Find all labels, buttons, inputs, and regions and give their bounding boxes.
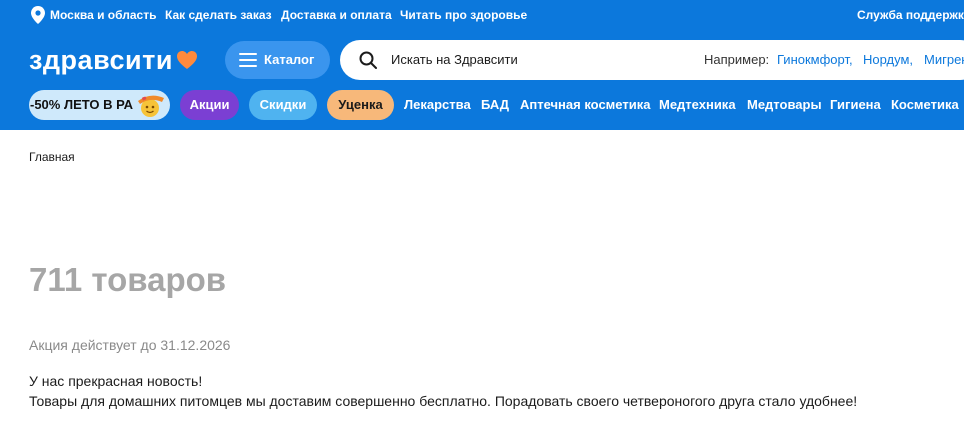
category-nav: -50% ЛЕТО В РА Акции Скидки Уценка Лекар… <box>0 89 964 121</box>
catalog-button-label: Каталог <box>264 52 315 67</box>
promo-description-line2: Товары для домашних питомцев мы доставим… <box>29 393 858 409</box>
promo-valid-until: Акция действует до 31.12.2026 <box>29 337 231 353</box>
search-examples-label: Например: <box>704 52 770 67</box>
summer-sale-banner[interactable]: -50% ЛЕТО В РА <box>29 90 170 120</box>
search-icon <box>359 51 377 69</box>
health-articles-link[interactable]: Читать про здоровье <box>400 7 527 23</box>
category-link-medicines[interactable]: Лекарства <box>404 97 471 113</box>
search-example-link[interactable]: Мигрен <box>924 52 964 68</box>
search-example-link[interactable]: Нордум, <box>863 52 913 68</box>
markdown-pill[interactable]: Уценка <box>327 90 394 120</box>
category-link-pharmacy-cosmetics[interactable]: Аптечная косметика <box>520 97 650 113</box>
summer-sale-label: -50% ЛЕТО В РА <box>30 97 134 112</box>
location-pin-icon <box>31 6 45 24</box>
hamburger-menu-icon <box>239 53 257 67</box>
promotions-pill[interactable]: Акции <box>180 90 239 120</box>
heart-icon <box>176 51 197 69</box>
support-link[interactable]: Служба поддержки <box>857 7 964 23</box>
logo-text: здравсити <box>29 45 173 75</box>
catalog-button[interactable]: Каталог <box>225 41 330 79</box>
discounts-pill[interactable]: Скидки <box>249 90 317 120</box>
products-count-heading: 711 товаров <box>29 261 227 298</box>
site-header: Москва и область Как сделать заказ Доста… <box>0 0 964 130</box>
category-link-medical-equipment[interactable]: Медтехника <box>659 97 736 113</box>
category-link-hygiene[interactable]: Гигиена <box>830 97 881 113</box>
breadcrumb-home[interactable]: Главная <box>29 150 75 164</box>
category-link-supplements[interactable]: БАД <box>481 97 509 113</box>
logo[interactable]: здравсити <box>29 43 198 77</box>
promo-description-line1: У нас прекрасная новость! <box>29 373 203 389</box>
delivery-payment-link[interactable]: Доставка и оплата <box>281 7 392 23</box>
category-link-medical-goods[interactable]: Медтовары <box>747 97 822 113</box>
how-to-order-link[interactable]: Как сделать заказ <box>165 7 272 23</box>
category-link-cosmetics[interactable]: Косметика <box>891 97 959 113</box>
top-bar: Москва и область Как сделать заказ Доста… <box>0 0 964 30</box>
search-input[interactable]: Искать на Здравсити <box>391 52 518 68</box>
search-bar[interactable]: Искать на Здравсити Например: Гинокмфорт… <box>340 40 964 80</box>
region-selector[interactable]: Москва и область <box>50 7 156 23</box>
search-example-link[interactable]: Гинокмфорт, <box>777 52 853 68</box>
sun-sticker-icon <box>138 95 164 117</box>
